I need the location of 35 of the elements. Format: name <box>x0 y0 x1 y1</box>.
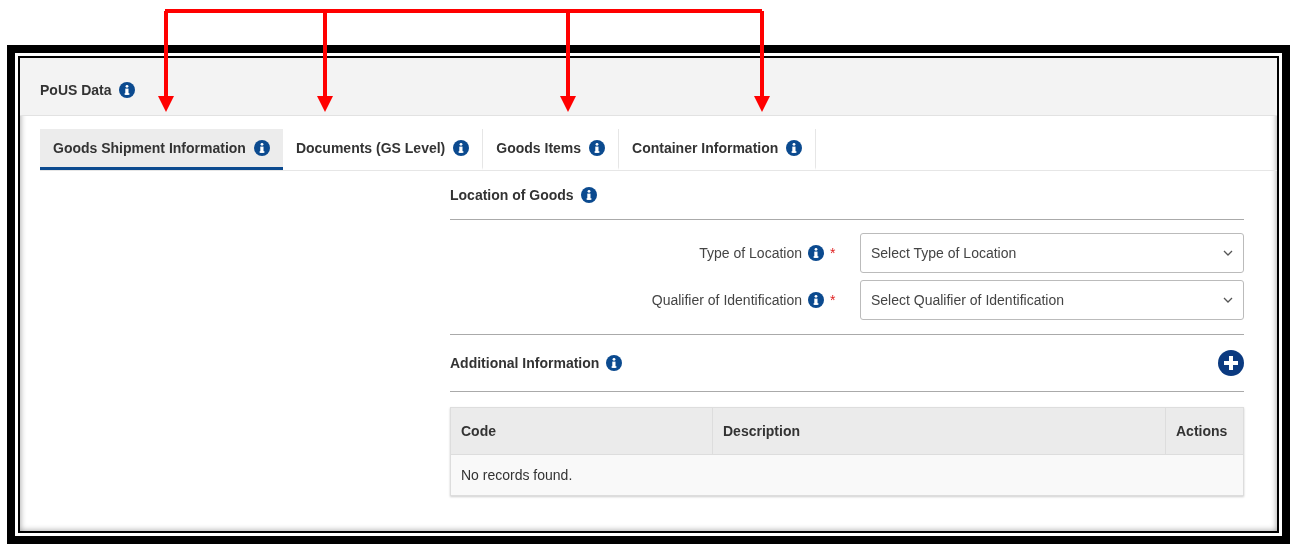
tab-label: Goods Items <box>496 140 582 156</box>
info-icon[interactable] <box>589 140 606 156</box>
field-label: Qualifier of Identification <box>651 292 802 308</box>
column-header: Actions <box>1175 422 1229 441</box>
tab-label: Container Information <box>632 140 779 156</box>
select-placeholder: Select Type of Location <box>871 245 1017 261</box>
select-placeholder: Select Qualifier of Identification <box>871 292 1064 308</box>
section-title: Location of Goods <box>450 187 574 203</box>
tab[interactable]: Container Information <box>619 129 817 170</box>
info-icon[interactable] <box>808 292 824 308</box>
required-mark: * <box>830 292 837 308</box>
info-icon[interactable] <box>808 245 824 261</box>
info-icon[interactable] <box>253 140 270 156</box>
chevron-down-icon <box>1223 250 1233 256</box>
info-icon[interactable] <box>453 140 470 156</box>
tab-label: Documents (GS Level) <box>295 140 446 156</box>
column-header: Code <box>451 408 713 454</box>
info-icon[interactable] <box>606 355 623 371</box>
add-icon[interactable] <box>1218 350 1244 376</box>
empty-message: No records found. <box>451 455 1243 495</box>
tab[interactable]: Goods Items <box>483 129 620 170</box>
info-icon[interactable] <box>786 140 803 156</box>
panel-title: PoUS Data <box>40 81 112 98</box>
info-icon[interactable] <box>118 81 135 98</box>
column-header: Description <box>713 408 1166 454</box>
tab[interactable]: Documents (GS Level) <box>282 129 484 170</box>
select-dropdown[interactable]: Select Type of Location <box>860 233 1244 273</box>
info-icon[interactable] <box>580 187 597 203</box>
tab-label: Goods Shipment Information <box>53 140 246 156</box>
chevron-down-icon <box>1223 297 1233 303</box>
tab[interactable]: Goods Shipment Information <box>40 129 283 170</box>
select-dropdown[interactable]: Select Qualifier of Identification <box>860 280 1244 320</box>
section-title: Additional Information <box>450 355 600 371</box>
field-label: Type of Location <box>699 245 802 261</box>
required-mark: * <box>830 245 837 261</box>
